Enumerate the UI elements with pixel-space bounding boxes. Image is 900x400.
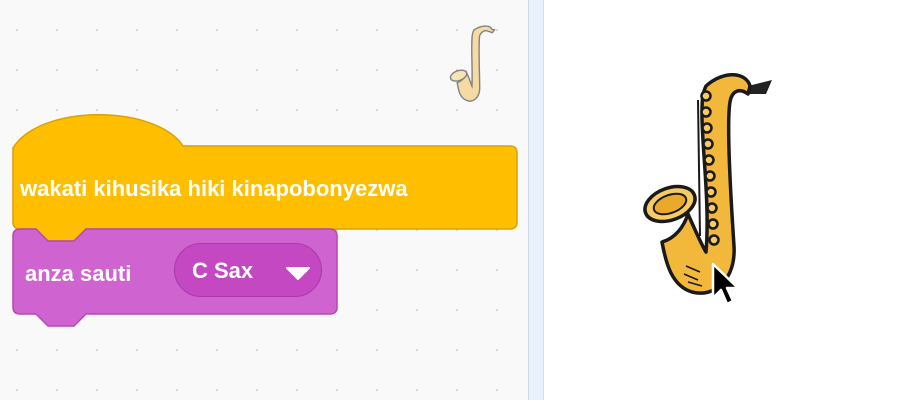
mouse-pointer-icon xyxy=(711,262,740,306)
hat-block-label: wakati kihusika hiki kinapobonyezwa xyxy=(20,176,408,201)
workspace-scrollbar[interactable] xyxy=(528,0,544,400)
sound-dropdown-value: C Sax xyxy=(192,258,254,283)
sound-dropdown[interactable]: C Sax xyxy=(174,243,322,297)
sound-block-label: anza sauti xyxy=(25,261,132,286)
saxophone-icon[interactable] xyxy=(636,66,778,300)
chevron-down-icon xyxy=(286,267,310,280)
